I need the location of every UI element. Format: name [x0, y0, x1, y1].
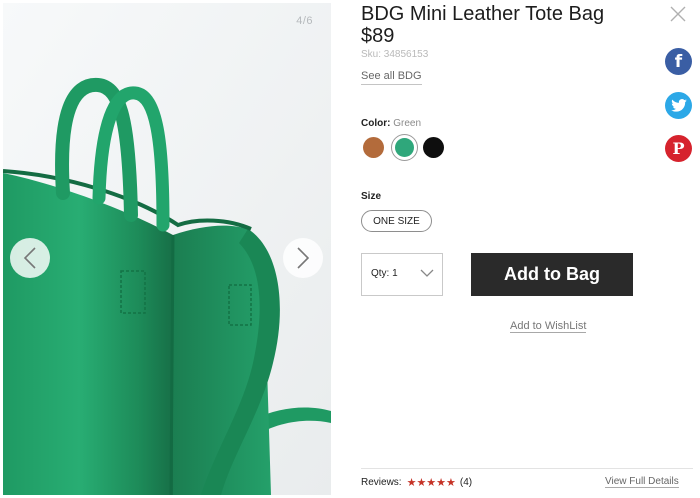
- add-to-bag-button[interactable]: Add to Bag: [471, 253, 633, 296]
- chevron-down-icon: [420, 269, 434, 277]
- quantity-value: Qty: 1: [371, 268, 398, 279]
- next-image-button[interactable]: [283, 238, 323, 278]
- close-icon: [670, 6, 686, 22]
- add-to-wishlist-link[interactable]: Add to WishList: [510, 320, 587, 333]
- pinterest-share-button[interactable]: P: [665, 135, 692, 162]
- view-full-details-link[interactable]: View Full Details: [605, 476, 679, 488]
- product-photo: [3, 3, 331, 495]
- twitter-share-button[interactable]: [665, 92, 692, 119]
- close-button[interactable]: [669, 5, 687, 23]
- chevron-right-icon: [297, 247, 310, 269]
- pinterest-icon: P: [672, 139, 685, 158]
- quantity-select[interactable]: Qty: 1: [361, 253, 443, 296]
- reviews-label: Reviews:: [361, 477, 402, 488]
- product-price: $89: [361, 25, 395, 47]
- product-image-gallery[interactable]: 4/6: [3, 3, 331, 495]
- color-label-text: Color:: [361, 118, 391, 129]
- previous-image-button[interactable]: [10, 238, 50, 278]
- product-title: BDG Mini Leather Tote Bag: [361, 3, 605, 25]
- image-counter: 4/6: [296, 15, 313, 27]
- selected-color-value: Green: [393, 118, 422, 129]
- color-label: Color: Green: [361, 118, 421, 129]
- divider: [361, 468, 693, 469]
- product-sku: Sku: 34856153: [361, 49, 429, 60]
- reviews-summary: Reviews: ★★★★★ (4): [361, 476, 472, 489]
- facebook-icon: f: [674, 51, 683, 72]
- color-swatch-green-fill: [395, 138, 414, 157]
- review-count: (4): [459, 477, 473, 488]
- twitter-icon: [670, 99, 687, 112]
- color-swatch-black[interactable]: [423, 137, 444, 158]
- color-swatch-brown[interactable]: [363, 137, 384, 158]
- size-label: Size: [361, 191, 382, 202]
- see-all-brand-link[interactable]: See all BDG: [361, 70, 422, 85]
- star-rating-icon: ★★★★★: [406, 476, 456, 489]
- size-option-button[interactable]: ONE SIZE: [361, 210, 432, 232]
- chevron-left-icon: [23, 247, 36, 269]
- facebook-share-button[interactable]: f: [665, 48, 692, 75]
- color-swatch-green[interactable]: [391, 134, 418, 161]
